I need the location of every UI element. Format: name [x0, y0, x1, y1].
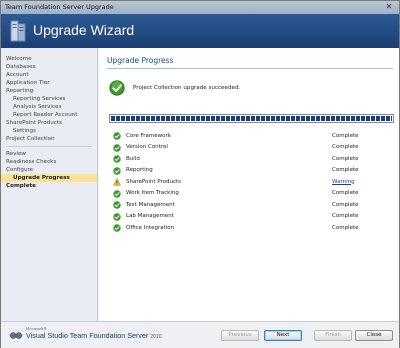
success-check-icon — [113, 224, 121, 232]
component-name: Version Control — [126, 144, 168, 150]
sidebar-item-databases[interactable]: Databases — [1, 63, 97, 71]
component-name: Test Management — [126, 201, 175, 208]
component-list: Core Framework Complete Version Control … — [109, 131, 394, 235]
upgrade-progress-bar — [109, 114, 394, 123]
list-item: Core Framework Complete — [109, 131, 394, 143]
close-button[interactable]: Close — [355, 330, 393, 341]
sidebar-item-reporting-services[interactable]: Reporting Services — [1, 95, 97, 103]
product-name: Visual Studio Team Foundation Server — [26, 331, 149, 340]
success-check-icon — [113, 212, 121, 221]
list-item: Reporting Complete — [109, 166, 394, 178]
component-name: Build — [126, 155, 140, 162]
component-status: Complete — [332, 144, 359, 150]
list-item: Version Control Complete — [109, 143, 394, 155]
sidebar-item-sharepoint-products[interactable]: SharePoint Products — [1, 119, 97, 127]
sidebar-item-project-collection[interactable]: Project Collection — [1, 135, 97, 143]
sidebar-item-account[interactable]: Account — [1, 71, 97, 79]
warning-link[interactable]: Warning — [332, 179, 355, 185]
sidebar-item-application-tier[interactable]: Application Tier — [1, 79, 97, 87]
component-name: Office Integration — [126, 224, 175, 231]
success-check-icon — [113, 132, 121, 140]
footer: Microsoft® Visual Studio Team Foundation… — [1, 321, 399, 348]
success-check-icon — [113, 166, 121, 175]
close-icon[interactable]: ✕ — [382, 2, 396, 12]
sidebar-item-readiness-checks[interactable]: Readiness Checks — [1, 158, 97, 166]
component-status: Complete — [332, 155, 359, 162]
sidebar-item-review[interactable]: Review — [1, 150, 97, 158]
sidebar-item-report-reader-account[interactable]: Report Reader Account — [1, 111, 97, 119]
component-status: Complete — [332, 213, 359, 219]
sidebar-item-configure[interactable]: Configure — [1, 166, 97, 174]
server-icon — [10, 20, 26, 42]
sidebar: Welcome Databases Account Application Ti… — [1, 48, 98, 321]
previous-button[interactable]: Previous — [221, 330, 259, 341]
sidebar-divider — [6, 146, 92, 147]
next-button[interactable]: Next — [264, 330, 302, 341]
banner: Upgrade Wizard — [1, 14, 399, 48]
component-name: Reporting — [126, 167, 153, 173]
product-logo-text: Visual Studio Team Foundation Server 201… — [26, 331, 162, 340]
component-name: Lab Management — [126, 213, 174, 219]
list-item: SharePoint Products Warning — [109, 177, 394, 189]
main-panel: Upgrade Progress Project Collection upgr… — [99, 48, 399, 321]
warning-icon — [113, 178, 121, 186]
component-status: Complete — [332, 224, 359, 231]
visual-studio-logo-icon — [9, 332, 23, 339]
list-item: Build Complete — [109, 154, 394, 166]
success-check-icon — [113, 201, 121, 209]
list-item: Work Item Tracking Complete — [109, 189, 394, 201]
success-check-icon — [113, 143, 121, 152]
component-status: Complete — [332, 167, 359, 173]
window-title: Team Foundation Server Upgrade — [5, 3, 114, 11]
sidebar-item-welcome[interactable]: Welcome — [1, 55, 97, 63]
list-item: Test Management Complete — [109, 200, 394, 212]
component-status: Complete — [332, 190, 359, 196]
sidebar-item-analysis-services[interactable]: Analysis Services — [1, 103, 97, 111]
success-check-icon — [113, 155, 121, 163]
progress-fill — [111, 116, 392, 121]
list-item: Office Integration Complete — [109, 223, 394, 235]
page-title: Upgrade Progress — [107, 56, 174, 65]
component-name: SharePoint Products — [126, 178, 182, 185]
success-check-icon — [113, 189, 121, 198]
component-name: Work Item Tracking — [126, 190, 179, 196]
wizard-window: Team Foundation Server Upgrade ✕ Upgrade… — [0, 0, 400, 348]
banner-title: Upgrade Wizard — [33, 22, 135, 38]
list-item: Lab Management Complete — [109, 212, 394, 224]
component-name: Core Framework — [126, 132, 171, 139]
finish-button[interactable]: Finish — [314, 330, 352, 341]
title-divider — [107, 68, 393, 69]
product-year: 2010 — [150, 334, 162, 340]
success-message: Project Collection upgrade succeeded. — [133, 85, 241, 91]
success-check-icon — [109, 80, 125, 96]
component-status: Complete — [332, 132, 359, 139]
sidebar-item-complete[interactable]: Complete — [1, 182, 97, 190]
title-bar: Team Foundation Server Upgrade ✕ — [1, 1, 399, 14]
sidebar-item-settings[interactable]: Settings — [1, 127, 97, 135]
sidebar-item-reporting[interactable]: Reporting — [1, 87, 97, 95]
sidebar-item-upgrade-progress[interactable]: Upgrade Progress — [1, 174, 97, 182]
component-status: Complete — [332, 201, 359, 208]
